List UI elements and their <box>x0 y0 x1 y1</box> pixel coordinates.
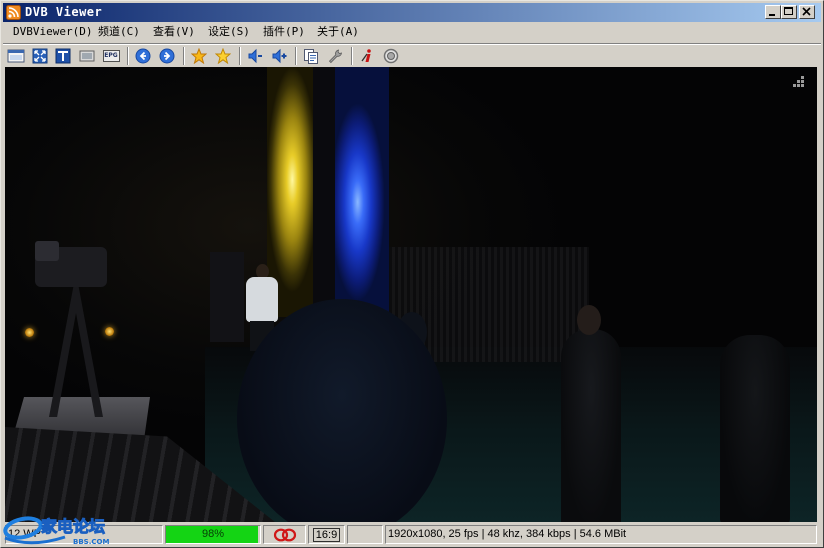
menu-about[interactable]: 关于(A) <box>315 22 361 42</box>
add-favorite-button[interactable] <box>212 45 234 67</box>
title-bar[interactable]: DVB Viewer <box>3 3 821 22</box>
snapshot-icon <box>79 50 95 62</box>
toolbar-separator <box>239 47 241 65</box>
pillar-gap <box>313 67 335 307</box>
standing-person <box>561 329 621 522</box>
close-icon <box>802 7 811 16</box>
minimize-button[interactable] <box>765 5 781 19</box>
menu-plugins[interactable]: 插件(P) <box>261 22 307 42</box>
teletext-icon <box>55 48 71 64</box>
volume-up-button[interactable] <box>268 45 290 67</box>
stream-info: 1920x1080, 25 fps | 48 khz, 384 kbps | 5… <box>388 528 627 540</box>
volume-down-button[interactable] <box>244 45 266 67</box>
menu-view[interactable]: 查看(V) <box>151 22 197 42</box>
close-button[interactable] <box>799 5 815 19</box>
epg-icon: EPG <box>102 50 120 62</box>
record-icon <box>383 48 399 64</box>
signal-panel: 98% <box>165 525 261 544</box>
aspect-ratio: 16:9 <box>312 527 341 542</box>
foreground-head-silhouette <box>237 299 447 522</box>
settings-button[interactable] <box>324 45 346 67</box>
dvb-viewer-window: DVB Viewer DVBViewer(D) 频道(C) 查看(V) 设定(S… <box>0 0 824 548</box>
previous-channel-button[interactable] <box>132 45 154 67</box>
display-window-button[interactable] <box>5 45 27 67</box>
fullscreen-button[interactable] <box>29 45 51 67</box>
toolbar-separator <box>183 47 185 65</box>
camera-lamp <box>105 327 114 336</box>
aspect-panel[interactable]: 16:9 <box>308 525 345 544</box>
osd-grid-icon[interactable] <box>793 76 805 88</box>
watermark-subtext: BBS.COM <box>73 538 109 546</box>
standing-person-head <box>577 305 601 335</box>
maximize-button[interactable] <box>781 5 797 19</box>
menu-dvbviewer[interactable]: DVBViewer(D) <box>11 22 94 42</box>
next-channel-icon <box>159 48 175 64</box>
video-camera-lens <box>35 241 59 261</box>
window-title: DVB Viewer <box>25 5 103 19</box>
audio-panel[interactable] <box>263 525 306 544</box>
record-button[interactable] <box>380 45 402 67</box>
epg-button[interactable]: EPG <box>100 45 122 67</box>
menu-channel[interactable]: 频道(C) <box>96 22 142 42</box>
camera-lamp <box>25 328 34 337</box>
menu-bar: DVBViewer(D) 频道(C) 查看(V) 设定(S) 插件(P) 关于(… <box>3 22 821 42</box>
signal-strength: 98% <box>201 528 225 540</box>
toolbar-separator <box>127 47 129 65</box>
video-display[interactable] <box>5 67 817 522</box>
watermark-text: 家电论坛 <box>41 517 105 536</box>
blue-stage-light <box>335 67 389 327</box>
next-channel-button[interactable] <box>156 45 178 67</box>
forum-watermark-logo: 家电论坛 BBS.COM <box>3 516 109 546</box>
favorites-star-icon <box>191 48 207 64</box>
toolbar: EPG <box>3 43 821 68</box>
right-person-silhouette <box>720 335 790 522</box>
info-button[interactable] <box>356 45 378 67</box>
dvbviewer-app-icon[interactable] <box>6 5 21 20</box>
snapshot-button[interactable] <box>76 45 98 67</box>
settings-wrench-icon <box>328 49 342 64</box>
info-icon <box>361 49 371 62</box>
teletext-button[interactable] <box>52 45 74 67</box>
copy-button[interactable] <box>300 45 322 67</box>
toolbar-separator <box>295 47 297 65</box>
menu-settings[interactable]: 设定(S) <box>206 22 252 42</box>
minimize-icon <box>769 14 775 16</box>
dolby-audio-icon <box>273 528 296 541</box>
presenter-white-shirt <box>246 277 278 322</box>
volume-down-icon <box>248 48 262 64</box>
fullscreen-icon <box>32 48 48 64</box>
previous-channel-icon <box>135 48 151 64</box>
podium <box>210 252 244 342</box>
empty-panel <box>347 525 383 544</box>
copy-icon <box>304 49 318 64</box>
display-window-icon <box>7 49 25 63</box>
stream-info-panel: 1920x1080, 25 fps | 48 khz, 384 kbps | 5… <box>385 525 817 544</box>
volume-up-icon <box>272 48 287 64</box>
maximize-icon <box>784 7 793 15</box>
add-favorite-star-icon <box>215 48 231 64</box>
favorites-button[interactable] <box>188 45 210 67</box>
toolbar-separator <box>351 47 353 65</box>
